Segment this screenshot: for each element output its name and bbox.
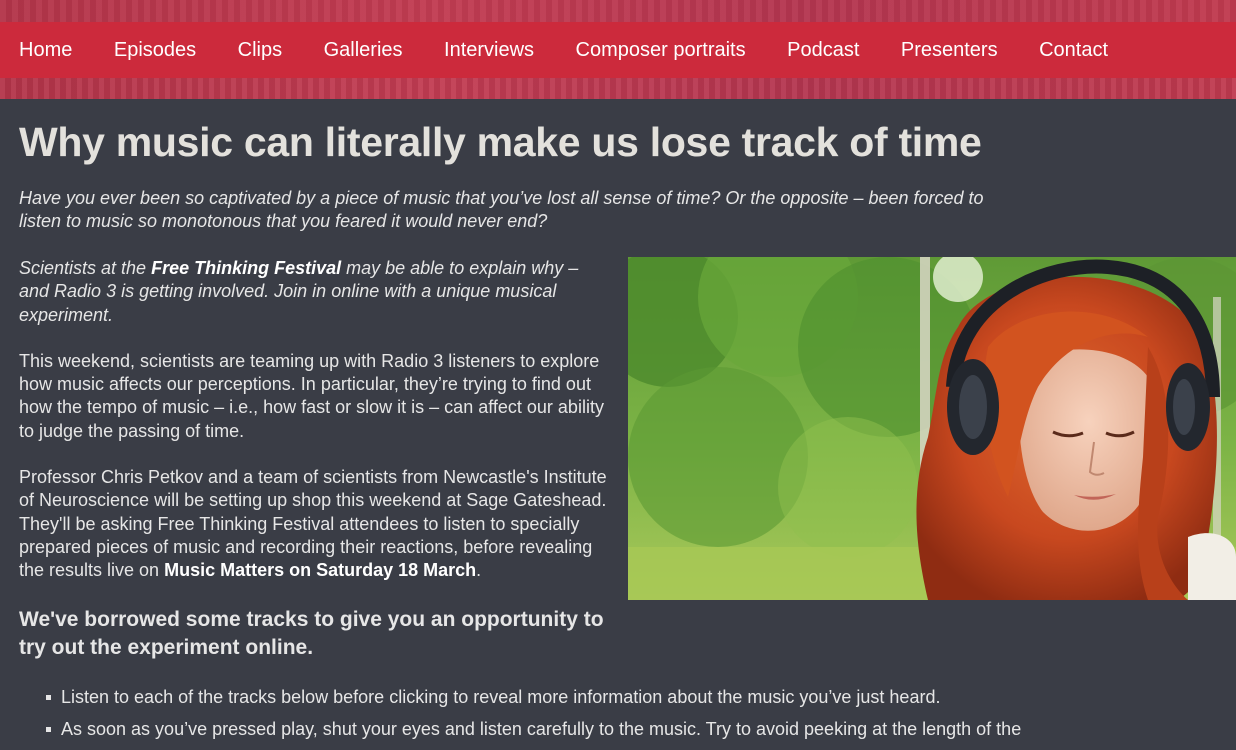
article-lead: Scientists at the Free Thinking Festival… xyxy=(19,257,611,327)
music-matters-link[interactable]: Music Matters on Saturday 18 March xyxy=(164,560,476,580)
article-paragraph: This weekend, scientists are teaming up … xyxy=(19,350,604,441)
article-intro: Have you ever been so captivated by a pi… xyxy=(19,188,984,231)
page-title: Why music can literally make us lose tra… xyxy=(19,119,982,165)
nav-composer-portraits[interactable]: Composer portraits xyxy=(576,39,746,62)
article-body: Scientists at the Free Thinking Festival… xyxy=(19,257,611,663)
paragraph-text-after: . xyxy=(476,560,482,581)
nav-episodes[interactable]: Episodes xyxy=(114,39,196,62)
free-thinking-festival-link[interactable]: Free Thinking Festival xyxy=(151,258,341,278)
nav-home[interactable]: Home xyxy=(19,39,72,62)
nav-interviews[interactable]: Interviews xyxy=(444,39,534,62)
section-subhead: We've borrowed some tracks to give you a… xyxy=(19,607,604,660)
nav-galleries[interactable]: Galleries xyxy=(324,39,403,62)
list-item: As soon as you’ve pressed play, shut you… xyxy=(46,718,1046,741)
nav-presenters[interactable]: Presenters xyxy=(901,39,998,62)
article: Why music can literally make us lose tra… xyxy=(0,99,1236,742)
main-navigation: Home Episodes Clips Galleries Interviews… xyxy=(0,22,1236,78)
woman-with-headphones-image xyxy=(628,257,1236,600)
lead-text-before: Scientists at the xyxy=(19,258,152,278)
hero-image xyxy=(628,257,1236,600)
nav-podcast[interactable]: Podcast xyxy=(787,39,859,62)
instructions-list: Listen to each of the tracks below befor… xyxy=(46,686,1046,750)
list-item: Listen to each of the tracks below befor… xyxy=(46,686,1046,709)
article-paragraph: Professor Chris Petkov and a team of sci… xyxy=(19,466,611,582)
nav-contact[interactable]: Contact xyxy=(1039,39,1108,62)
nav-clips[interactable]: Clips xyxy=(238,39,282,62)
